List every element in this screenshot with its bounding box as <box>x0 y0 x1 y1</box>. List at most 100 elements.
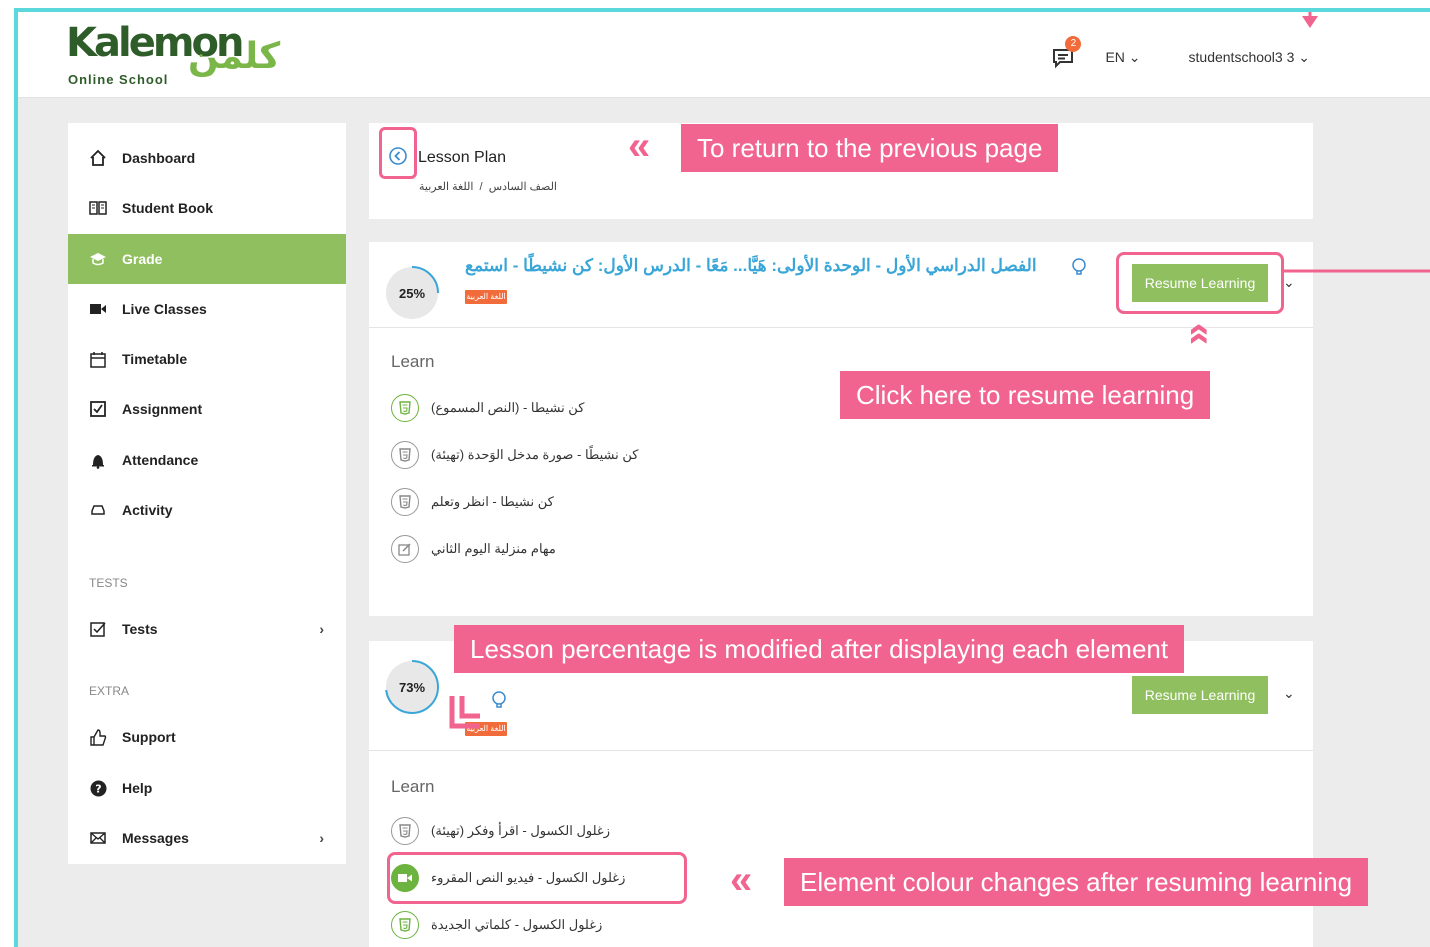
resume-learning-button[interactable]: Resume Learning <box>1132 676 1268 714</box>
sidebar-item-label: Timetable <box>122 351 188 367</box>
html5-icon <box>391 817 419 845</box>
top-bar: Kalemon Online School كلمن 2 EN ⌄ studen… <box>18 12 1430 98</box>
sidebar-item-label: Dashboard <box>122 150 196 166</box>
sidebar-section-tests: TESTS <box>89 576 128 590</box>
thumbs-up-icon <box>88 727 108 747</box>
help-icon: ? <box>88 778 108 798</box>
lesson-element[interactable]: زغلول الكسول - فيديو النص المقروء <box>391 863 625 893</box>
chevron-down-icon[interactable]: ⌄ <box>1283 685 1295 702</box>
double-chevron-left-icon: « <box>628 124 651 168</box>
lesson-element[interactable]: (زغلول الكسول - اقرأ وفكر (تهيئة <box>391 816 610 846</box>
learn-heading: Learn <box>391 777 435 796</box>
sidebar-item-label: Support <box>122 729 176 745</box>
home-icon <box>88 148 108 168</box>
svg-text:?: ? <box>95 782 101 795</box>
edit-icon <box>391 535 419 563</box>
lesson-element[interactable]: (كن نشيطًا - صورة مدخل الوَحدة (تهيئة <box>391 440 638 470</box>
lesson-header: 25% الفصل الدراسي الأول - الوحدة الأولى:… <box>369 242 1313 328</box>
lightbulb-icon <box>1071 258 1087 279</box>
chevron-right-icon: › <box>319 830 324 846</box>
double-chevron-left-icon: « <box>730 858 753 902</box>
annotation-resume: Click here to resume learning <box>840 371 1211 419</box>
sidebar-item-support[interactable]: Support <box>68 712 346 762</box>
lesson-element[interactable]: مهام منزلية اليوم الثاني <box>391 534 556 564</box>
sidebar-item-timetable[interactable]: Timetable <box>68 334 346 384</box>
lesson-element[interactable]: زغلول الكسول - كلماتي الجديدة <box>391 910 602 940</box>
annotation-colour: Element colour changes after resuming le… <box>784 858 1369 906</box>
breadcrumb-grade[interactable]: الصف السادس <box>489 181 557 193</box>
html5-icon <box>391 488 419 516</box>
sidebar-item-assignment[interactable]: Assignment <box>68 384 346 434</box>
lightbulb-icon <box>491 691 507 712</box>
breadcrumb-subject[interactable]: اللغة العربية <box>419 181 473 193</box>
lesson-card: 25% الفصل الدراسي الأول - الوحدة الأولى:… <box>369 242 1313 616</box>
breadcrumb: الصف السادس / اللغة العربية <box>419 180 557 193</box>
sidebar-item-label: Student Book <box>122 200 213 216</box>
messages-badge: 2 <box>1065 36 1082 52</box>
lesson-element-label: زغلول الكسول - كلماتي الجديدة <box>431 917 603 932</box>
book-icon <box>88 198 108 218</box>
checkbox-icon <box>88 399 108 419</box>
sidebar-item-student-book[interactable]: Student Book <box>68 183 346 233</box>
breadcrumb-separator: / <box>479 181 483 193</box>
logo-arabic-text: كلمن <box>188 36 281 77</box>
html5-icon <box>391 394 419 422</box>
annotation-back: To return to the previous page <box>681 124 1059 172</box>
sidebar-item-grade[interactable]: Grade <box>68 234 346 284</box>
sidebar-item-label: Assignment <box>122 401 203 417</box>
sidebar-item-attendance[interactable]: Attendance <box>68 435 346 485</box>
bell-icon <box>88 450 108 470</box>
messages-button[interactable]: 2 <box>1051 36 1082 72</box>
back-icon[interactable] <box>389 147 407 165</box>
tray-icon <box>88 500 108 520</box>
header-actions: 2 EN ⌄ studentschool3 3 ⌄ <box>1051 36 1310 72</box>
app-frame: Kalemon Online School كلمن 2 EN ⌄ studen… <box>14 8 1430 947</box>
video-camera-icon <box>88 299 108 319</box>
sidebar-item-label: Messages <box>122 830 189 846</box>
chevron-right-icon: › <box>319 621 324 637</box>
sidebar-item-label: Attendance <box>122 452 199 468</box>
lesson-element[interactable]: كن نشيطا - انظر وتعلم <box>391 487 554 517</box>
logo-tagline: Online School <box>68 72 169 87</box>
checklist-icon <box>88 619 108 639</box>
sidebar-item-label: Grade <box>122 251 163 267</box>
annotation-percentage: Lesson percentage is modified after disp… <box>454 625 1185 673</box>
username: studentschool3 3 <box>1188 48 1295 65</box>
lesson-element-label: (كن نشيطًا - صورة مدخل الوَحدة (تهيئة <box>431 447 639 462</box>
chevron-down-icon: ⌄ <box>1128 48 1141 65</box>
sidebar-item-dashboard[interactable]: Dashboard <box>68 133 346 183</box>
corner-arrow-icon <box>449 696 480 729</box>
sidebar-item-label: Help <box>122 780 153 796</box>
language-selector[interactable]: EN ⌄ <box>1105 49 1140 66</box>
sidebar-item-tests[interactable]: Tests › <box>68 604 346 654</box>
chevron-down-icon[interactable]: ⌄ <box>1283 274 1295 291</box>
sidebar-item-live-classes[interactable]: Live Classes <box>68 284 346 334</box>
sidebar-item-activity[interactable]: Activity <box>68 485 346 535</box>
envelope-icon <box>88 828 108 848</box>
lesson-title[interactable]: الفصل الدراسي الأول - الوحدة الأولى: هَي… <box>465 256 1037 276</box>
sidebar-section-extra: EXTRA <box>89 684 130 698</box>
lesson-element-label: مهام منزلية اليوم الثاني <box>431 541 556 556</box>
resume-learning-button[interactable]: Resume Learning <box>1132 264 1268 302</box>
subject-tag: اللغة العربية <box>465 290 507 304</box>
chevron-down-icon: ⌄ <box>1298 48 1310 65</box>
graduation-cap-icon <box>88 249 108 269</box>
arrow-down-icon <box>1302 12 1318 28</box>
sidebar-item-label: Live Classes <box>122 301 207 317</box>
sidebar-item-messages[interactable]: Messages › <box>68 813 346 863</box>
double-chevron-up-icon: « <box>1179 322 1224 346</box>
video-icon <box>391 864 419 892</box>
user-menu[interactable]: studentschool3 3 ⌄ <box>1189 49 1310 66</box>
lesson-element-label: زغلول الكسول - فيديو النص المقروء <box>431 870 626 885</box>
sidebar-item-help[interactable]: ? Help <box>68 763 346 813</box>
html5-icon <box>391 441 419 469</box>
html5-icon <box>391 911 419 939</box>
progress-ring <box>385 266 439 320</box>
learn-heading: Learn <box>391 352 435 371</box>
sidebar-item-label: Activity <box>122 502 173 518</box>
kalemon-logo[interactable]: Kalemon Online School كلمن <box>66 20 296 92</box>
language-label: EN <box>1105 48 1125 65</box>
lesson-element[interactable]: (كن نشيطا - (النص المسموع <box>391 393 584 423</box>
pointer-line <box>1284 269 1430 273</box>
lesson-element-label: (كن نشيطا - (النص المسموع <box>431 400 585 415</box>
